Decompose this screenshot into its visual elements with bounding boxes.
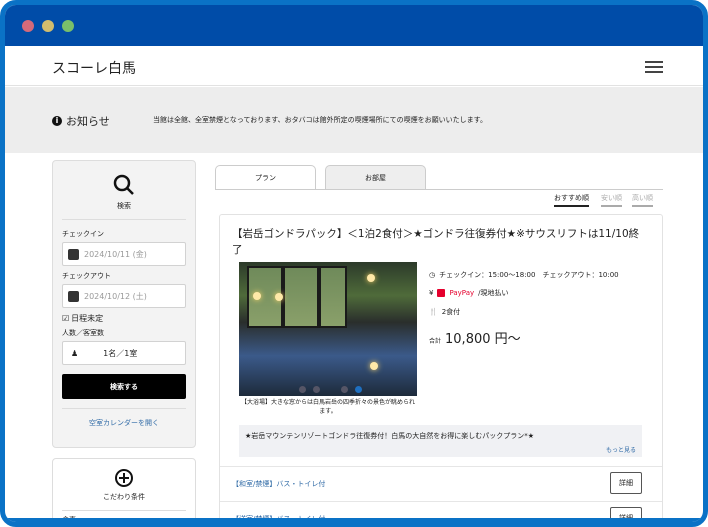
calendar-icon	[68, 248, 79, 260]
carousel-dot[interactable]	[313, 386, 320, 393]
checkin-value: 2024/10/11 (金)	[84, 249, 147, 259]
carousel-dot-active[interactable]	[355, 386, 362, 393]
checkin-field[interactable]: 2024/10/11 (金)	[62, 242, 186, 266]
search-panel: 検索 チェックイン 2024/10/11 (金) チェックアウト 2024/10…	[52, 160, 196, 448]
sort-highest[interactable]: 高い順	[632, 193, 653, 207]
maximize-dot[interactable]	[62, 20, 74, 32]
price-label: 合計	[429, 338, 442, 345]
site-logo[interactable]: スコーレ白馬	[52, 58, 136, 78]
title-bar	[5, 5, 703, 46]
notice-label: お知らせ	[66, 115, 110, 128]
meals-label: 2食付	[441, 308, 461, 316]
tab-plan[interactable]: プラン	[215, 165, 316, 190]
room-link[interactable]: 【和室/禁煙】バス・トイレ付	[232, 479, 325, 489]
more-link[interactable]: もっと見る	[606, 445, 636, 454]
room-row: 【洋室/禁煙】バス・トイレ付詳細	[220, 501, 662, 522]
meal-icon: 🍴	[429, 308, 438, 316]
undecided-checkbox[interactable]: ☑ 日程未定	[62, 313, 186, 324]
plus-circle-icon	[53, 459, 195, 492]
guests-value: 1名／1室	[103, 348, 138, 358]
room-row: 【和室/禁煙】バス・トイレ付 詳細	[220, 466, 662, 501]
plan-title[interactable]: 【岩岳ゴンドラパック】＜1泊2食付＞★ゴンドラ往復券付★※サウスリフトは11/1…	[232, 226, 642, 258]
info-icon: i	[52, 116, 62, 126]
tab-rooms[interactable]: お部屋	[325, 165, 426, 190]
notice-message: 当館は全館、全室禁煙となっております、おタバコは館外所定の喫煙場所にての喫煙をお…	[153, 116, 487, 124]
search-title: 検索	[117, 202, 131, 210]
search-icon	[53, 161, 195, 201]
checkout-value: 2024/10/12 (土)	[84, 291, 147, 301]
price: 10,800 円〜	[445, 332, 521, 347]
sort-cheapest[interactable]: 安い順	[601, 193, 622, 207]
undecided-label: 日程未定	[71, 314, 104, 323]
filters-title: こだわり条件	[103, 493, 145, 501]
search-button[interactable]: 検索する	[62, 374, 186, 399]
browser-window: スコーレ白馬 i お知らせ 当館は全館、全室禁煙となっております、おタバコは館外所…	[0, 0, 708, 527]
plan-photo[interactable]	[239, 262, 417, 396]
hamburger-menu-icon[interactable]	[645, 61, 663, 73]
yen-icon: ¥	[429, 289, 434, 297]
checkin-info: チェックイン：15:00〜18:00 チェックアウト：10:00	[439, 271, 619, 279]
checkin-label: チェックイン	[62, 230, 104, 238]
site-header: スコーレ白馬	[5, 46, 703, 86]
description-text: ★岩岳マウンテンリゾートゴンドラ往復券付！白馬の大自然をお得に楽しむパックプラン…	[245, 432, 535, 440]
clock-icon: ◷	[429, 271, 436, 279]
carousel-dot[interactable]	[341, 386, 348, 393]
notice-bar: i お知らせ 当館は全館、全室禁煙となっております、おタバコは館外所定の喫煙場所に…	[5, 87, 703, 153]
calendar-icon	[68, 290, 79, 302]
guests-label: 人数／客室数	[62, 329, 104, 337]
checkbox-checked-icon: ☑	[62, 314, 70, 323]
carousel-dot[interactable]	[299, 386, 306, 393]
calendar-link[interactable]: 空室カレンダーを開く	[53, 418, 195, 428]
paypay-label: PayPay	[449, 289, 475, 297]
room-detail-button[interactable]: 詳細	[610, 507, 642, 522]
plan-card: 【岩岳ゴンドラパック】＜1泊2食付＞★ゴンドラ往復券付★※サウスリフトは11/1…	[219, 214, 663, 522]
close-dot[interactable]	[22, 20, 34, 32]
room-detail-button[interactable]: 詳細	[610, 472, 642, 494]
sort-recommended[interactable]: おすすめ順	[554, 193, 589, 207]
minimize-dot[interactable]	[42, 20, 54, 32]
guests-field[interactable]: ♟ 1名／1室	[62, 341, 186, 365]
payment-rest: /現地払い	[478, 289, 509, 297]
paypay-icon	[437, 289, 446, 297]
person-icon: ♟	[71, 348, 79, 358]
plan-description: ★岩岳マウンテンリゾートゴンドラ往復券付！白馬の大自然をお得に楽しむパックプラン…	[239, 425, 642, 457]
checkout-field[interactable]: 2024/10/12 (土)	[62, 284, 186, 308]
checkout-label: チェックアウト	[62, 272, 111, 280]
photo-caption: 【大浴場】大きな窓からは白馬岩岳の四季折々の景色が眺められます。	[240, 399, 415, 415]
filters-panel: こだわり条件 食事	[52, 458, 196, 522]
